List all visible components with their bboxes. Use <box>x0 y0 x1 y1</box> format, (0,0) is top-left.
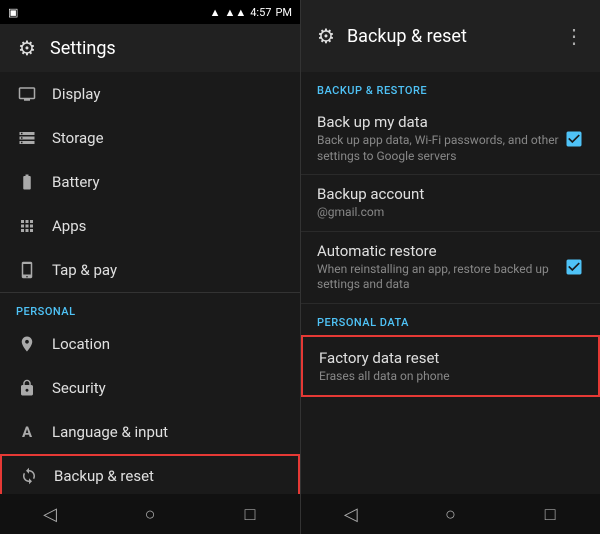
menu-item-apps[interactable]: Apps <box>0 204 300 248</box>
apps-label: Apps <box>52 217 86 235</box>
backup-account-title: Backup account <box>317 185 584 203</box>
recent-button[interactable]: □ <box>228 494 272 534</box>
menu-item-display[interactable]: Display <box>0 72 300 116</box>
backup-restore-section-label: BACKUP & RESTORE <box>301 72 600 103</box>
security-label: Security <box>52 379 106 397</box>
status-bar-right-icons: ▲ ▲▲ 4:57 PM <box>210 6 292 19</box>
right-back-button[interactable]: ◁ <box>329 494 373 534</box>
wifi-icon: ▲ <box>210 6 221 19</box>
ampm-display: PM <box>275 6 292 19</box>
auto-restore-checkbox[interactable] <box>564 257 584 277</box>
location-icon <box>16 333 38 355</box>
time-display: 4:57 <box>250 6 271 19</box>
menu-item-storage[interactable]: Storage <box>0 116 300 160</box>
backup-account-item[interactable]: Backup account @gmail.com <box>301 175 600 232</box>
factory-reset-subtitle: Erases all data on phone <box>319 369 582 383</box>
menu-item-tap-pay[interactable]: Tap & pay <box>0 248 300 292</box>
screen-icon: ▣ <box>8 6 18 19</box>
left-panel: ▣ ▲ ▲▲ 4:57 PM ⚙ Settings Display Storag… <box>0 0 300 534</box>
tap-pay-icon <box>16 259 38 281</box>
right-header-left: ⚙ Backup & reset <box>317 24 467 48</box>
menu-item-language[interactable]: A Language & input <box>0 410 300 454</box>
auto-restore-text: Automatic restore When reinstalling an a… <box>317 242 564 293</box>
location-label: Location <box>52 335 110 353</box>
backup-icon <box>18 465 40 487</box>
backup-my-data-text: Back up my data Back up app data, Wi-Fi … <box>317 113 564 164</box>
battery-icon <box>16 171 38 193</box>
backup-my-data-checkbox[interactable] <box>564 129 584 149</box>
left-nav-bar: ◁ ○ □ <box>0 494 300 534</box>
personal-data-section-label: PERSONAL DATA <box>301 304 600 335</box>
factory-reset-item[interactable]: Factory data reset Erases all data on ph… <box>301 335 600 397</box>
menu-item-backup-reset[interactable]: Backup & reset <box>0 454 300 494</box>
display-icon <box>16 83 38 105</box>
right-panel: ⚙ Backup & reset ⋮ BACKUP & RESTORE Back… <box>300 0 600 534</box>
battery-label: Battery <box>52 173 100 191</box>
right-nav-bar: ◁ ○ □ <box>301 494 600 534</box>
storage-label: Storage <box>52 129 104 147</box>
right-recent-button[interactable]: □ <box>528 494 572 534</box>
personal-section-label: PERSONAL <box>0 293 300 322</box>
right-title: Backup & reset <box>347 26 467 47</box>
language-icon: A <box>16 421 38 443</box>
backup-my-data-subtitle: Back up app data, Wi-Fi passwords, and o… <box>317 133 564 164</box>
settings-menu: Display Storage Battery Apps <box>0 72 300 494</box>
apps-icon <box>16 215 38 237</box>
right-content: BACKUP & RESTORE Back up my data Back up… <box>301 72 600 494</box>
settings-header: ⚙ Settings <box>0 24 300 72</box>
more-options-icon[interactable]: ⋮ <box>564 24 584 48</box>
menu-item-location[interactable]: Location <box>0 322 300 366</box>
status-bar-left: ▣ ▲ ▲▲ 4:57 PM <box>0 0 300 24</box>
backup-my-data-title: Back up my data <box>317 113 564 131</box>
display-label: Display <box>52 85 100 103</box>
security-icon <box>16 377 38 399</box>
settings-gear-icon: ⚙ <box>16 37 38 59</box>
backup-my-data-item[interactable]: Back up my data Back up app data, Wi-Fi … <box>301 103 600 175</box>
right-header: ⚙ Backup & reset ⋮ <box>301 0 600 72</box>
menu-item-security[interactable]: Security <box>0 366 300 410</box>
signal-icon: ▲▲ <box>224 6 246 19</box>
factory-reset-title: Factory data reset <box>319 349 582 367</box>
right-settings-icon: ⚙ <box>317 24 335 48</box>
storage-icon <box>16 127 38 149</box>
auto-restore-title: Automatic restore <box>317 242 564 260</box>
menu-item-battery[interactable]: Battery <box>0 160 300 204</box>
back-button[interactable]: ◁ <box>28 494 72 534</box>
backup-account-subtitle: @gmail.com <box>317 205 584 221</box>
backup-reset-label: Backup & reset <box>54 467 154 485</box>
settings-title: Settings <box>50 38 116 59</box>
auto-restore-item[interactable]: Automatic restore When reinstalling an a… <box>301 232 600 304</box>
backup-account-text: Backup account @gmail.com <box>317 185 584 221</box>
language-label: Language & input <box>52 423 168 441</box>
auto-restore-subtitle: When reinstalling an app, restore backed… <box>317 262 564 293</box>
tap-pay-label: Tap & pay <box>52 261 117 279</box>
status-bar-left-icons: ▣ <box>8 6 18 19</box>
home-button[interactable]: ○ <box>128 494 172 534</box>
right-home-button[interactable]: ○ <box>428 494 472 534</box>
